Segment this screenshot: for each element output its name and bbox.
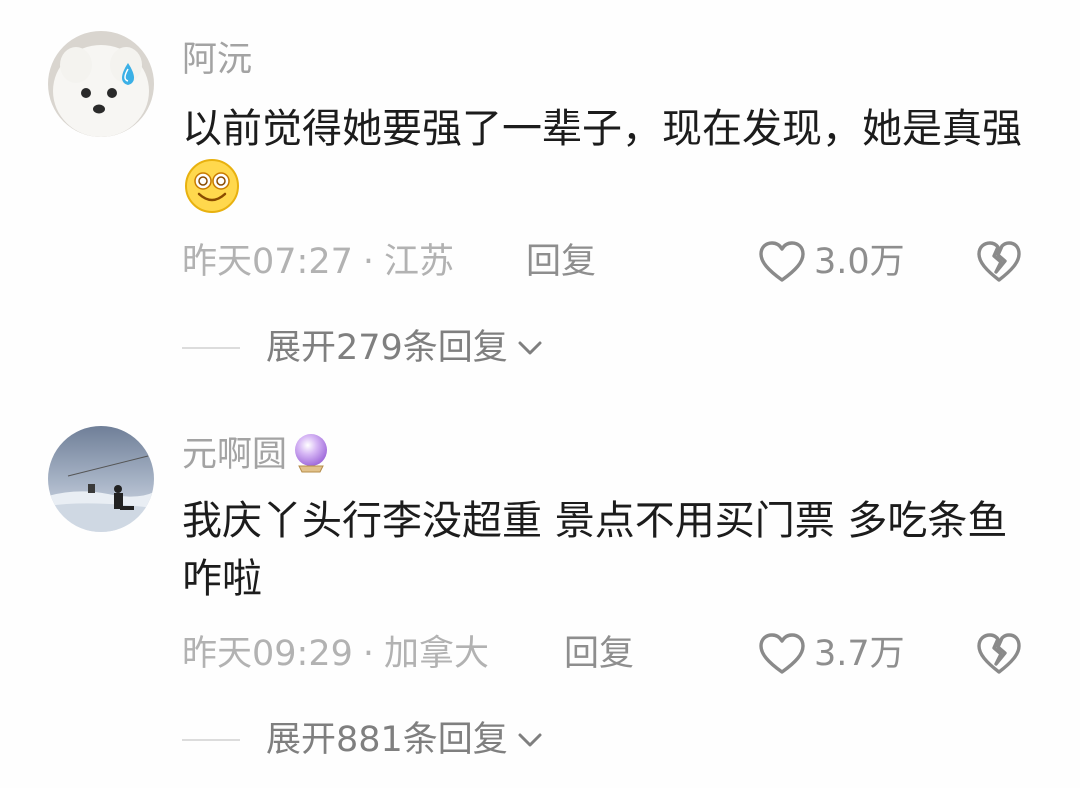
reply-button[interactable]: 回复 [564, 632, 634, 676]
crystal-ball-icon [291, 432, 331, 485]
divider-line [182, 347, 240, 349]
snowy-landscape-avatar-icon [48, 426, 154, 532]
comment-location: 江苏 [384, 242, 455, 282]
divider-line [182, 739, 240, 741]
comment-text-body: 以前觉得她要强了一辈子，现在发现，她是真强 [182, 106, 1022, 152]
broken-heart-icon [977, 633, 1021, 674]
comment-time: 昨天09:29 [182, 634, 353, 674]
avatar[interactable] [48, 426, 154, 532]
reply-button[interactable]: 回复 [526, 240, 596, 284]
meta-separator: · [362, 634, 375, 674]
chevron-down-icon [518, 341, 542, 355]
comment-meta: 昨天07:27 · 江苏 [182, 240, 454, 284]
broken-heart-icon [977, 241, 1021, 282]
expand-replies-button[interactable]: 展开279条回复 [182, 326, 544, 370]
username-text: 元啊圆 [182, 435, 288, 475]
dizzy-smile-emoji-icon [184, 158, 240, 230]
like-count: 3.0万 [814, 242, 905, 282]
comment-text: 我庆丫头行李没超重 景点不用买门票 多吃条鱼咋啦 [182, 498, 1008, 602]
username[interactable]: 元啊圆 [182, 432, 331, 485]
username[interactable]: 阿沅 [182, 38, 252, 82]
pomeranian-avatar-icon [48, 31, 154, 137]
chevron-down-icon [518, 733, 542, 747]
avatar[interactable] [48, 31, 154, 137]
heart-icon [759, 241, 805, 282]
expand-replies-label: 展开881条回复 [266, 720, 508, 760]
meta-separator: · [362, 242, 375, 282]
like-button[interactable]: 3.7万 [758, 632, 905, 676]
comment-time: 昨天07:27 [182, 242, 353, 282]
expand-replies-button[interactable]: 展开881条回复 [182, 718, 544, 762]
like-count: 3.7万 [814, 634, 905, 674]
comment-text: 以前觉得她要强了一辈子，现在发现，她是真强 [182, 100, 1032, 230]
dislike-button[interactable] [976, 240, 1022, 284]
heart-icon [759, 633, 805, 674]
comment-meta: 昨天09:29 · 加拿大 [182, 632, 489, 676]
expand-replies-label: 展开279条回复 [266, 328, 508, 368]
comment-location: 加拿大 [384, 634, 490, 674]
dislike-button[interactable] [976, 632, 1022, 676]
like-button[interactable]: 3.0万 [758, 240, 905, 284]
